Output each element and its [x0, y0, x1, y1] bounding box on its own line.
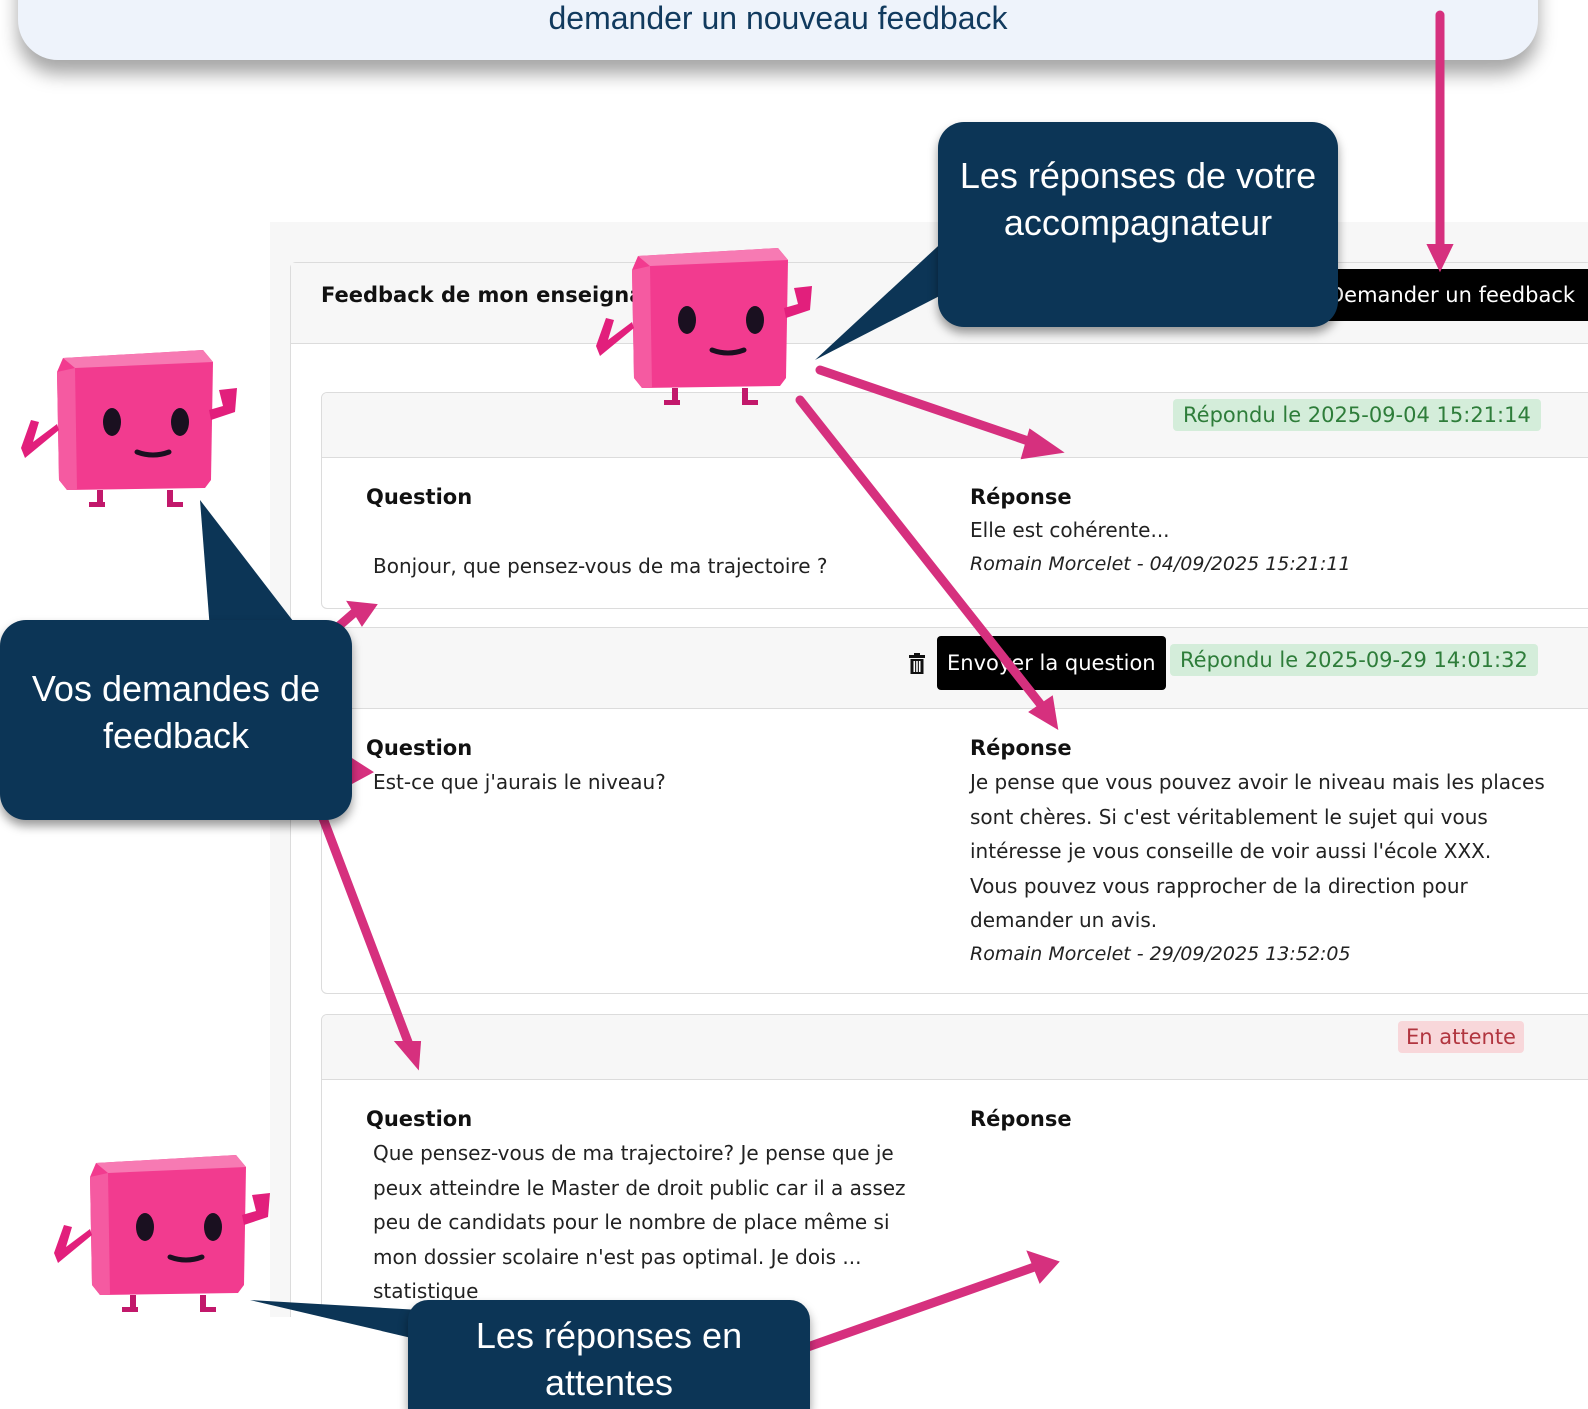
- question-text: Bonjour, que pensez-vous de ma trajectoi…: [373, 554, 828, 578]
- callout-your-requests: Vos demandes de feedback: [0, 620, 352, 820]
- answer-author: Romain Morcelet - 04/09/2025 15:21:11: [970, 553, 1351, 575]
- top-banner: demander un nouveau feedback: [18, 0, 1538, 60]
- feedback-item: Envoyer la question Répondu le 2025-09-2…: [321, 627, 1588, 994]
- status-badge-pending: En attente: [1398, 1021, 1524, 1053]
- feedback-item-header: Répondu le 2025-09-04 15:21:14: [322, 393, 1588, 458]
- mascot-icon: [54, 1155, 270, 1312]
- card-title: Feedback de mon enseignant: [321, 283, 669, 307]
- question-text: Que pensez-vous de ma trajectoire? Je pe…: [373, 1141, 906, 1303]
- feedback-item-header: Envoyer la question Répondu le 2025-09-2…: [322, 628, 1588, 709]
- question-label: Question: [366, 736, 473, 760]
- callout-teacher-answers: Les réponses de votre accompagnateur: [938, 122, 1338, 327]
- feedback-panel: Feedback de mon enseignant Demander un f…: [270, 222, 1588, 1317]
- question-text: Est-ce que j'aurais le niveau?: [373, 770, 666, 794]
- trash-icon[interactable]: [908, 653, 926, 675]
- question-label: Question: [366, 1107, 473, 1131]
- answer-text: Je pense que vous pouvez avoir le niveau…: [970, 770, 1545, 932]
- answer-label: Réponse: [970, 1107, 1072, 1131]
- answer-label: Réponse: [970, 485, 1072, 509]
- feedback-item: En attente Question Que pensez-vous de m…: [321, 1014, 1588, 1317]
- banner-text: demander un nouveau feedback: [548, 0, 1008, 36]
- callout-pending-answers: Les réponses en attentes: [408, 1300, 810, 1409]
- status-badge-answered: Répondu le 2025-09-04 15:21:14: [1173, 399, 1541, 431]
- feedback-item: Répondu le 2025-09-04 15:21:14 Question …: [321, 392, 1588, 609]
- feedback-item-header: En attente: [322, 1015, 1588, 1080]
- answer-text: Elle est cohérente...: [970, 518, 1170, 542]
- send-question-button[interactable]: Envoyer la question: [937, 636, 1166, 690]
- question-label: Question: [366, 485, 473, 509]
- request-feedback-button[interactable]: Demander un feedback: [1318, 269, 1588, 321]
- status-badge-answered: Répondu le 2025-09-29 14:01:32: [1170, 644, 1538, 676]
- answer-label: Réponse: [970, 736, 1072, 760]
- answer-author: Romain Morcelet - 29/09/2025 13:52:05: [970, 943, 1351, 965]
- mascot-icon: [21, 350, 237, 507]
